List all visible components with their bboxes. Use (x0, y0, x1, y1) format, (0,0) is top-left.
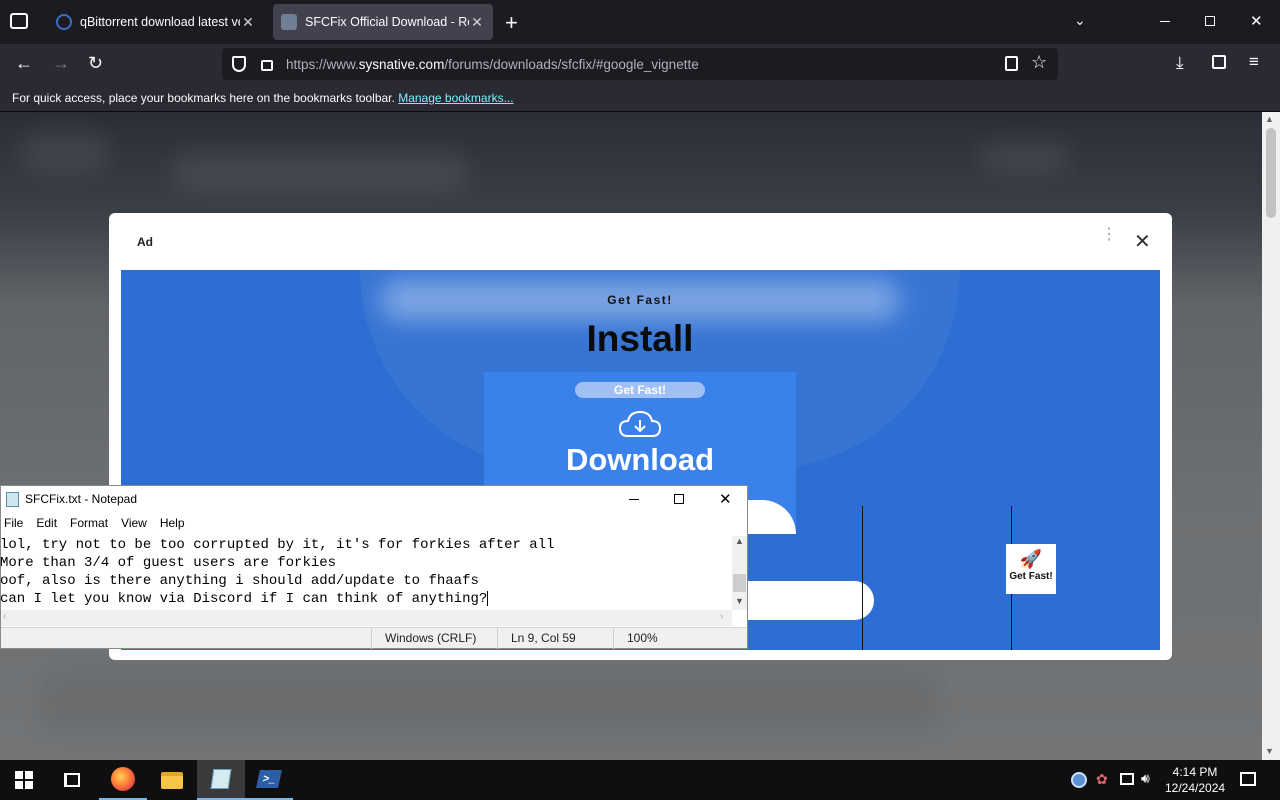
extensions-icon[interactable] (1212, 55, 1226, 69)
new-tab-icon[interactable]: + (505, 10, 518, 36)
text-line: can I let you know via Discord if I can … (0, 591, 488, 607)
clock-date: 12/24/2024 (1165, 781, 1226, 795)
sysnative-favicon-icon (281, 14, 297, 30)
notepad-title: SFCFix.txt - Notepad (25, 492, 138, 506)
bookmarks-message: For quick access, place your bookmarks h… (12, 91, 395, 105)
notepad-icon (6, 492, 19, 507)
ad-pill-button[interactable]: Get Fast! (575, 382, 705, 398)
status-position: Ln 9, Col 59 (497, 628, 613, 649)
notepad-vertical-scrollbar[interactable]: ▲ ▼ (732, 536, 747, 610)
folder-icon (161, 771, 183, 789)
cloud-download-icon (618, 410, 662, 437)
powershell-icon: >_ (256, 770, 282, 788)
clock-time: 4:14 PM (1172, 765, 1218, 779)
close-tab-icon[interactable]: ✕ (240, 14, 256, 30)
downloads-icon[interactable]: ⤓ (1176, 53, 1184, 73)
close-ad-icon[interactable]: ✕ (1134, 229, 1151, 254)
ad-download-button[interactable]: Download (484, 442, 796, 478)
text-line: oof, also is there anything i should add… (0, 573, 479, 589)
restore-icon[interactable] (1205, 16, 1215, 26)
status-encoding: Windows (CRLF) (371, 628, 497, 649)
rocket-icon: 🚀 (1019, 549, 1043, 569)
manage-bookmarks-link[interactable]: Manage bookmarks... (398, 91, 513, 105)
text-line: lol, try not to be too corrupted by it, … (0, 537, 555, 553)
lock-icon[interactable] (261, 60, 273, 71)
shield-icon[interactable] (232, 56, 246, 72)
volume-icon[interactable]: 🔊︎ (1141, 770, 1150, 787)
ad-tile[interactable]: 🚀 Get Fast! (1006, 544, 1056, 594)
reload-icon[interactable]: ↻ (88, 53, 103, 74)
notepad-maximize-icon[interactable] (674, 494, 684, 504)
task-view-icon (64, 773, 80, 787)
notepad-minimize-icon[interactable] (629, 499, 639, 500)
ad-label: Ad (137, 235, 153, 249)
qbittorrent-favicon-icon (56, 14, 72, 30)
text-line-cursor: can I let you know via Discord if I can … (0, 590, 732, 608)
text-line: More than 3/4 of guest users are forkies (0, 555, 337, 571)
tab-list-icon[interactable] (10, 13, 28, 29)
menu-edit[interactable]: Edit (36, 516, 57, 530)
text-cursor (487, 590, 489, 606)
tab-qbittorrent[interactable]: qBittorrent download latest version ✕ (48, 4, 264, 40)
menu-file[interactable]: File (4, 516, 23, 530)
tray-app-icon[interactable]: ✿ (1096, 771, 1108, 788)
notepad-text-area[interactable]: lol, try not to be too corrupted by it, … (0, 536, 732, 610)
menu-help[interactable]: Help (160, 516, 185, 530)
windows-logo-icon (15, 771, 33, 789)
tab-title: SFCFix Official Download - Repair (305, 15, 469, 29)
minimize-icon[interactable] (1160, 21, 1170, 22)
network-icon[interactable] (1120, 773, 1134, 785)
tab-title: qBittorrent download latest version (80, 15, 240, 29)
notepad-horizontal-scrollbar[interactable]: ‹ › (1, 610, 732, 626)
menu-icon[interactable]: ≡ (1249, 52, 1259, 72)
ad-tile-label: Get Fast! (1009, 571, 1053, 582)
forward-icon[interactable]: → (52, 53, 70, 74)
qbittorrent-tray-icon[interactable] (1071, 772, 1087, 788)
more-options-icon[interactable]: ⋮ (1101, 227, 1117, 243)
close-tab-icon[interactable]: ✕ (469, 14, 485, 30)
menu-view[interactable]: View (121, 516, 147, 530)
notepad-app-icon (210, 769, 232, 789)
menu-format[interactable]: Format (70, 516, 108, 530)
taskbar-firefox[interactable] (99, 760, 147, 800)
task-view-button[interactable] (48, 760, 96, 800)
back-icon[interactable]: ← (15, 53, 33, 74)
start-button[interactable] (0, 760, 48, 800)
firefox-icon (111, 767, 135, 791)
ad-divider (862, 506, 863, 650)
reader-view-icon[interactable] (1005, 56, 1018, 71)
tab-sfcfix[interactable]: SFCFix Official Download - Repair ✕ (273, 4, 493, 40)
close-window-icon[interactable]: ✕ (1250, 12, 1263, 30)
taskbar-powershell[interactable]: >_ (245, 760, 293, 800)
clock[interactable]: 4:14 PM 12/24/2024 (1165, 764, 1225, 796)
ad-tagline: Get Fast! (607, 293, 673, 307)
notepad-menu-bar: File Edit Format View Help (0, 516, 746, 534)
notepad-close-icon[interactable]: ✕ (719, 490, 732, 508)
page-scrollbar[interactable]: ▲ ▼ (1262, 112, 1280, 760)
chevron-down-icon[interactable]: ⌄ (1074, 12, 1086, 29)
notepad-status-bar: Windows (CRLF) Ln 9, Col 59 100% (1, 627, 747, 649)
ad-headline: Install (586, 318, 694, 359)
status-zoom: 100% (613, 628, 747, 649)
bookmarks-toolbar: For quick access, place your bookmarks h… (0, 84, 1280, 112)
notifications-icon[interactable] (1240, 772, 1256, 786)
url-text[interactable]: https://www.sysnative.com/forums/downloa… (286, 57, 699, 72)
bookmark-star-icon[interactable]: ☆ (1031, 52, 1047, 73)
taskbar-file-explorer[interactable] (148, 760, 196, 800)
taskbar-notepad[interactable] (197, 760, 245, 800)
